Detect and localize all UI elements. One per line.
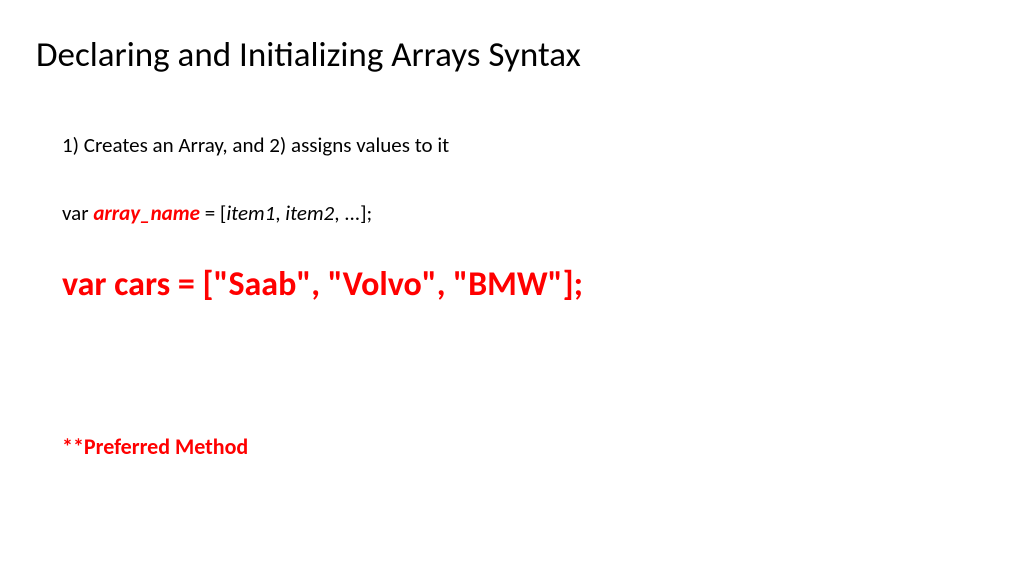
step-description: 1) Creates an Array, and 2) assigns valu… xyxy=(62,132,988,158)
syntax-item1: item1 xyxy=(226,200,275,226)
syntax-var-keyword: var xyxy=(62,200,93,226)
syntax-equals-bracket: = [ xyxy=(200,200,226,226)
preferred-method-note: **Preferred Method xyxy=(62,433,988,460)
slide-title: Declaring and Initializing Arrays Syntax xyxy=(36,34,988,76)
syntax-item2: item2 xyxy=(285,200,334,226)
syntax-array-name: array_name xyxy=(93,200,200,226)
example-code: var cars = ["Saab", "Volvo", "BMW"]; xyxy=(62,264,988,305)
syntax-template: var array_name = [item1, item2, ...]; xyxy=(62,200,988,226)
syntax-rest: , ...]; xyxy=(334,200,372,226)
syntax-sep1: , xyxy=(275,200,285,226)
slide-content: 1) Creates an Array, and 2) assigns valu… xyxy=(36,132,988,460)
